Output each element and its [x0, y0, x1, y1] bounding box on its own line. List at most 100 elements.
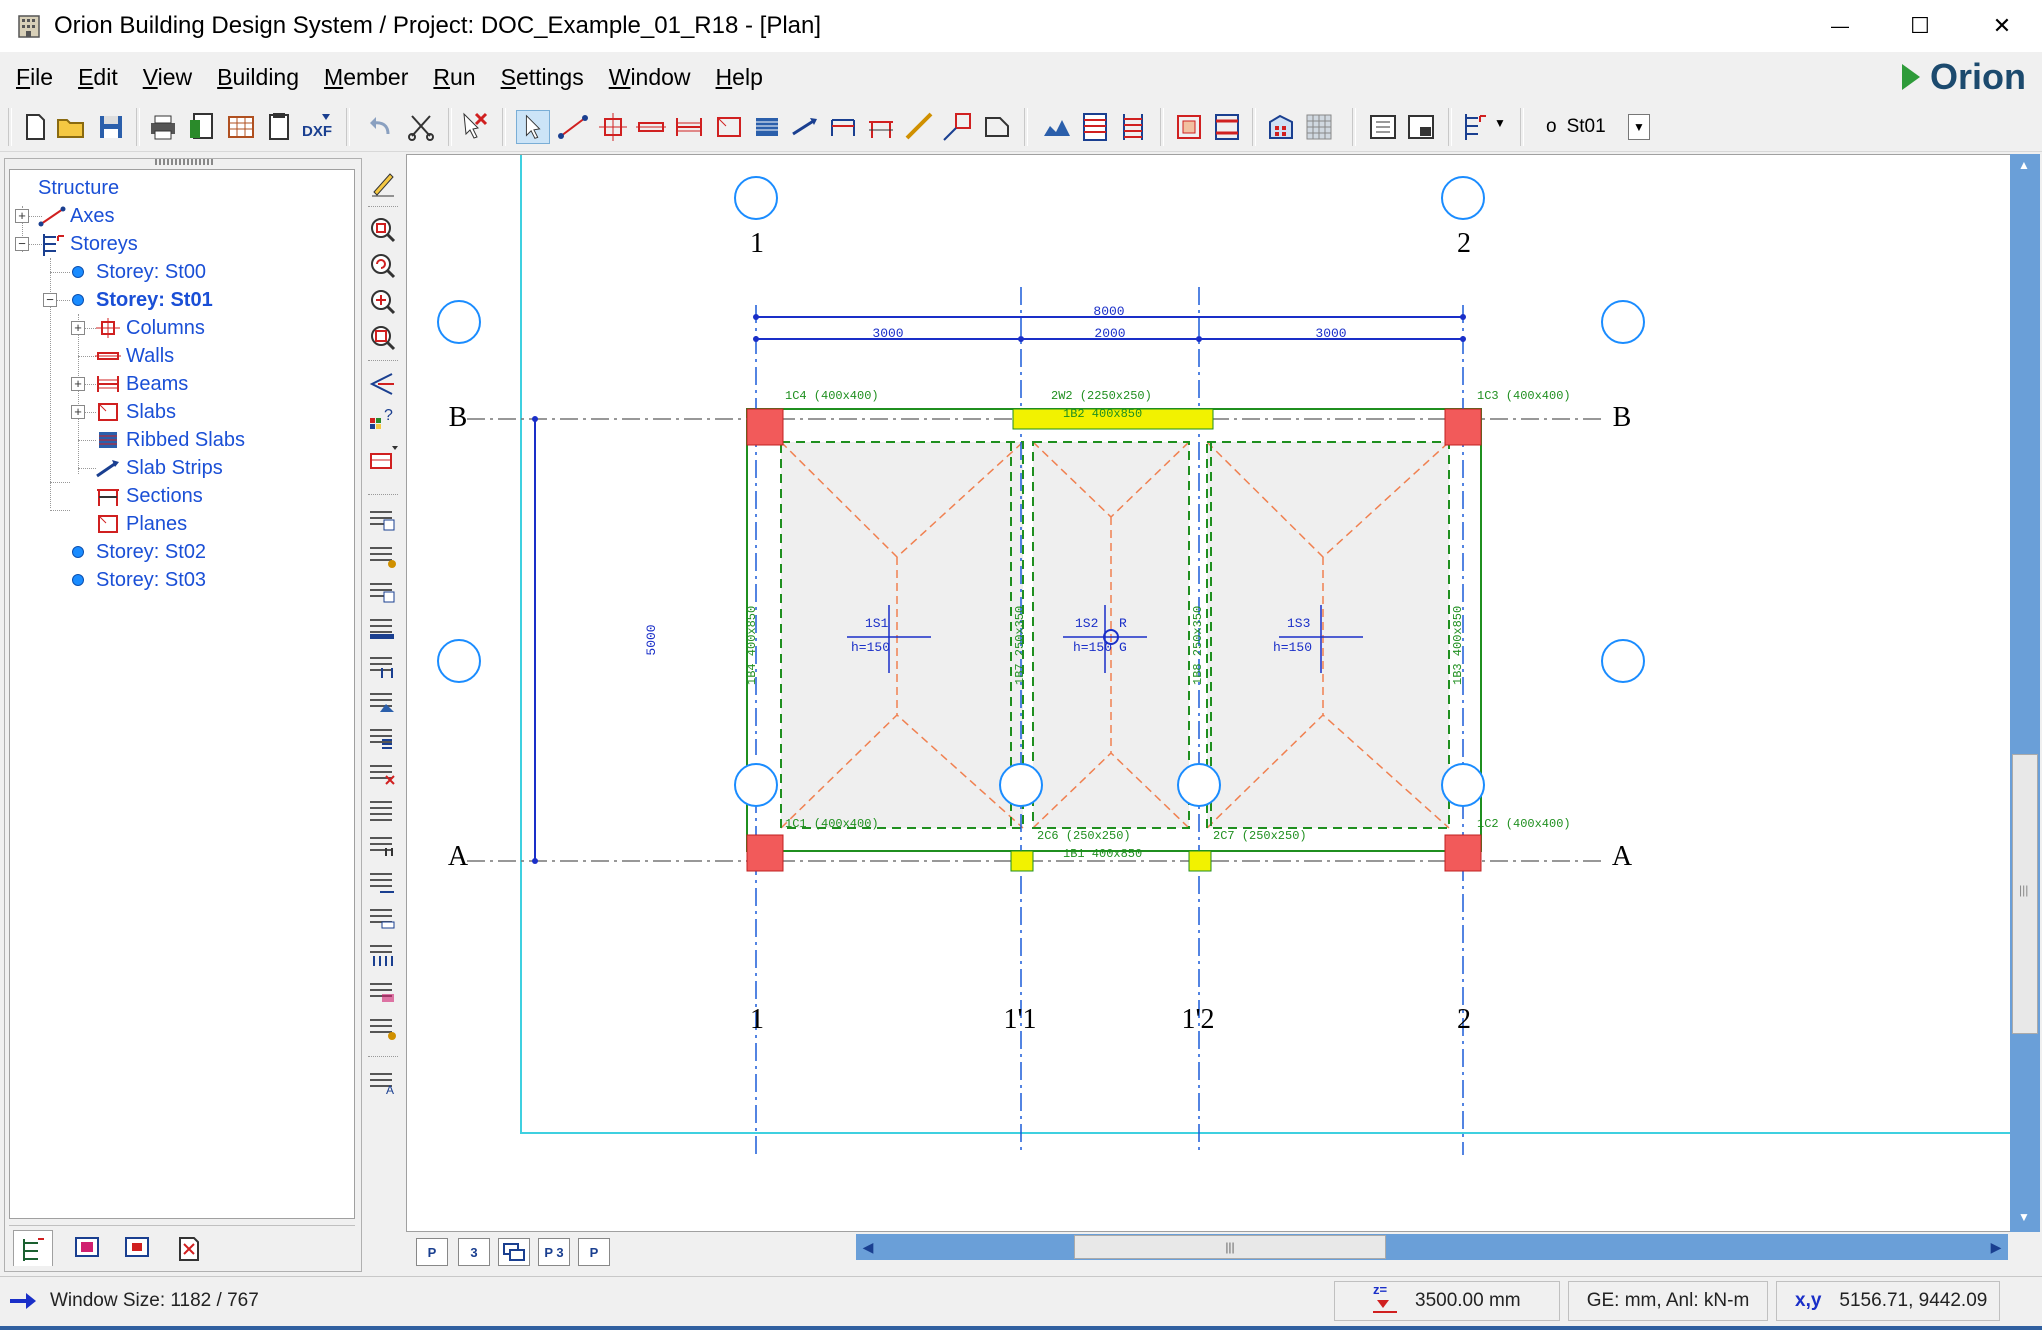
slab-panel-1s3[interactable] [1207, 442, 1449, 828]
tree-item-sections[interactable]: Sections [94, 482, 203, 510]
column-2c7[interactable] [1188, 850, 1212, 872]
tree-item-storey-st03[interactable]: Storey: St03 [72, 566, 206, 594]
layer-slabs-icon[interactable] [366, 610, 400, 642]
horizontal-scroll-thumb[interactable]: ||| [1074, 1235, 1386, 1259]
snap-icon[interactable] [366, 368, 400, 400]
layer-menu-icon[interactable] [366, 442, 400, 474]
cut-scissors-icon[interactable] [404, 110, 438, 144]
tree-item-storey-st02[interactable]: Storey: St02 [72, 538, 206, 566]
tab-design[interactable] [117, 1230, 157, 1266]
layer-dimensions-icon[interactable] [366, 864, 400, 896]
column-2c6[interactable] [1010, 850, 1034, 872]
beam-design-icon[interactable] [1210, 110, 1244, 144]
axis-label-a-left[interactable]: A [444, 841, 472, 873]
layer-foundations-icon[interactable] [366, 684, 400, 716]
structure-tree[interactable]: Structure + Axes − Storeys Storey: St00 … [9, 169, 355, 1219]
column-1c1[interactable] [746, 834, 784, 872]
zoom-all-icon[interactable] [366, 322, 400, 354]
tree-item-planes[interactable]: Planes [94, 510, 187, 538]
open-folder-icon[interactable] [54, 110, 88, 144]
layer-frames-icon[interactable] [366, 648, 400, 680]
axis-label-1-1-bottom[interactable]: 1'1 [990, 1004, 1050, 1036]
window-layout-icon[interactable] [1404, 110, 1438, 144]
scroll-right-icon[interactable]: ▶ [1986, 1237, 2006, 1257]
layer-beams-icon[interactable] [366, 574, 400, 606]
undo-icon[interactable] [364, 110, 398, 144]
sheet-tab-3d[interactable]: 3 [458, 1238, 490, 1266]
menu-settings[interactable]: Settings [501, 64, 584, 91]
tree-item-slabs[interactable]: Slabs [94, 398, 176, 426]
reinforcement-icon[interactable] [1078, 110, 1112, 144]
slab-icon[interactable] [712, 110, 746, 144]
axis-label-a-right[interactable]: A [1608, 841, 1636, 873]
plan-canvas[interactable]: 8000 3000 2000 3000 5000 1C4 (400x400) 1… [407, 155, 2011, 1231]
select-pointer-icon[interactable] [516, 110, 550, 144]
collapse-st01-icon[interactable]: − [43, 293, 57, 307]
plane-icon[interactable] [980, 110, 1014, 144]
maximize-button[interactable]: ☐ [1880, 0, 1960, 52]
axis-label-1-bottom[interactable]: 1 [743, 1004, 771, 1036]
section-icon[interactable] [826, 110, 860, 144]
scroll-up-icon[interactable]: ▲ [2018, 158, 2030, 172]
slab-panel-1s1[interactable] [781, 442, 1023, 828]
column-1c4[interactable] [746, 408, 784, 446]
tree-item-structure[interactable]: Structure [38, 174, 119, 202]
panel-grip[interactable] [155, 159, 215, 165]
new-file-icon[interactable] [18, 110, 52, 144]
menu-edit[interactable]: Edit [78, 64, 118, 91]
menu-building[interactable]: Building [217, 64, 299, 91]
frame-icon[interactable] [864, 110, 898, 144]
tab-drawings[interactable] [169, 1230, 209, 1266]
menu-member[interactable]: Member [324, 64, 408, 91]
layer-all-icon[interactable]: A [366, 1064, 400, 1096]
close-button[interactable]: ✕ [1962, 0, 2042, 52]
tab-structure[interactable] [13, 1230, 53, 1266]
tree-item-storeys[interactable]: Storeys [38, 230, 138, 258]
layer-walls-icon[interactable] [366, 538, 400, 570]
storey-manager-dropdown-arrow[interactable]: ▼ [1494, 116, 1506, 130]
tree-item-ribbed-slabs[interactable]: Ribbed Slabs [94, 426, 245, 454]
sheet-tab-plan[interactable]: P [416, 1238, 448, 1266]
slab-strip-icon[interactable] [788, 110, 822, 144]
layer-stairs-icon[interactable] [366, 720, 400, 752]
storey-select[interactable]: o St01 ▼ [1546, 110, 1650, 144]
units-cell[interactable]: GE: mm, Anl: kN-m [1568, 1281, 1768, 1321]
layer-loads-icon[interactable] [366, 828, 400, 860]
menu-view[interactable]: View [143, 64, 192, 91]
chevron-down-icon[interactable]: ▼ [1628, 114, 1650, 140]
print-preview-icon[interactable] [186, 110, 220, 144]
print-icon[interactable] [146, 110, 180, 144]
horizontal-scrollbar[interactable]: ◀ ||| ▶ [856, 1234, 2008, 1260]
axis-label-2-top[interactable]: 2 [1450, 228, 1478, 260]
minimize-button[interactable]: — [1800, 0, 1880, 52]
elevation-cell[interactable]: z= 3500.00 mm [1334, 1281, 1560, 1321]
column-1c2[interactable] [1444, 834, 1482, 872]
menu-window[interactable]: Window [609, 64, 691, 91]
column-reinforcement-icon[interactable] [1116, 110, 1150, 144]
grid-view-icon[interactable] [1302, 110, 1336, 144]
tree-item-storey-st00[interactable]: Storey: St00 [72, 258, 206, 286]
expand-columns-icon[interactable]: + [71, 321, 85, 335]
layer-axis-icon[interactable] [366, 974, 400, 1006]
beam-icon[interactable] [672, 110, 706, 144]
tree-item-beams[interactable]: Beams [94, 370, 188, 398]
ribbed-slab-icon[interactable] [750, 110, 784, 144]
tree-item-storey-st01[interactable]: Storey: St01 [72, 286, 213, 314]
menu-file[interactable]: File [16, 64, 53, 91]
table-icon[interactable] [224, 110, 258, 144]
sheet-tab-plan-3d[interactable]: P 3 [538, 1238, 570, 1266]
save-icon[interactable] [94, 110, 128, 144]
layer-delete-icon[interactable] [366, 756, 400, 788]
layer-sections-icon[interactable] [366, 792, 400, 824]
wall-icon[interactable] [634, 110, 668, 144]
stairs-icon[interactable] [902, 110, 936, 144]
axis-line-icon[interactable] [556, 110, 590, 144]
properties-window-icon[interactable] [1366, 110, 1400, 144]
pencil-icon[interactable] [366, 168, 400, 200]
storey-manager-icon[interactable] [1456, 110, 1490, 144]
model-check-icon[interactable] [1172, 110, 1206, 144]
layer-planes-icon[interactable] [366, 900, 400, 932]
tab-analysis[interactable] [67, 1230, 107, 1266]
collapse-storeys-icon[interactable]: − [15, 237, 29, 251]
axis-label-1-2-bottom[interactable]: 1'2 [1168, 1004, 1228, 1036]
